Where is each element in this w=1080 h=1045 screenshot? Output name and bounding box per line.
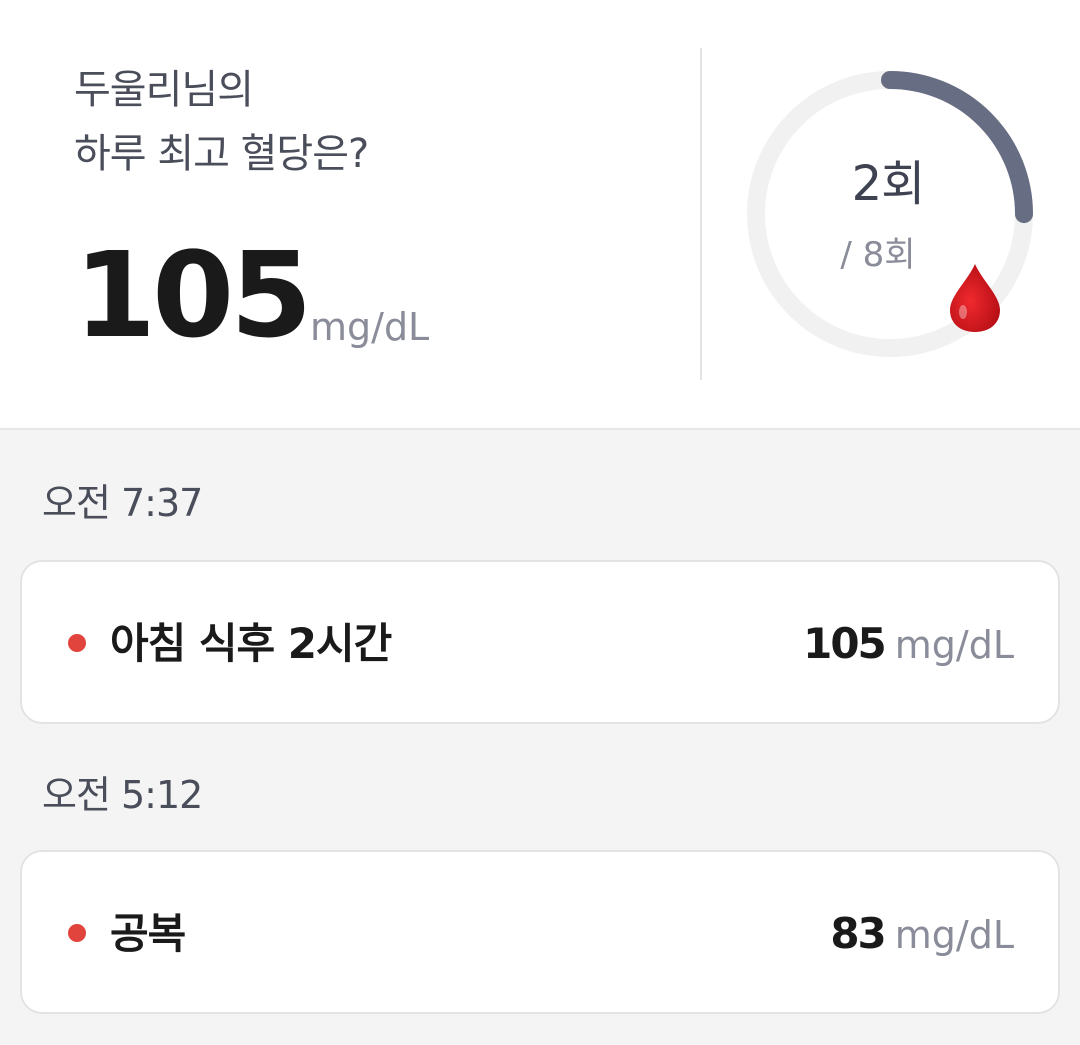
max-glucose-value: 105 — [74, 226, 312, 364]
daily-max-summary: 두울리님의 하루 최고 혈당은? 105 mg/dL 2회 / 8회 — [0, 0, 1080, 430]
measured-count: 2회 — [851, 156, 926, 212]
greeting-line-1: 두울리님의 — [74, 67, 254, 113]
greeting-line-2: 하루 최고 혈당은? — [74, 131, 369, 177]
record-unit: mg/dL — [894, 623, 1014, 667]
max-glucose-unit: mg/dL — [310, 305, 430, 349]
record-label: 공복 — [110, 909, 186, 958]
vertical-divider — [700, 48, 702, 380]
record-time-1: 오전 7:37 — [42, 481, 203, 525]
record-reading: 83 mg/dL — [830, 906, 1014, 963]
record-unit: mg/dL — [894, 913, 1014, 957]
status-dot — [68, 924, 86, 942]
blood-drop-icon — [950, 264, 1000, 332]
record-time-2: 오전 5:12 — [42, 773, 203, 817]
greeting-title: 두울리님의 하루 최고 혈당은? — [74, 58, 369, 186]
status-dot — [68, 634, 86, 652]
glucose-record-card[interactable]: 아침 식후 2시간 105 mg/dL — [20, 560, 1060, 724]
record-value: 105 — [803, 619, 887, 668]
glucose-record-card[interactable]: 공복 83 mg/dL — [20, 850, 1060, 1014]
record-label: 아침 식후 2시간 — [110, 619, 392, 668]
record-reading: 105 mg/dL — [803, 616, 1014, 673]
total-count: / 8회 — [840, 235, 916, 275]
record-value: 83 — [830, 909, 886, 958]
